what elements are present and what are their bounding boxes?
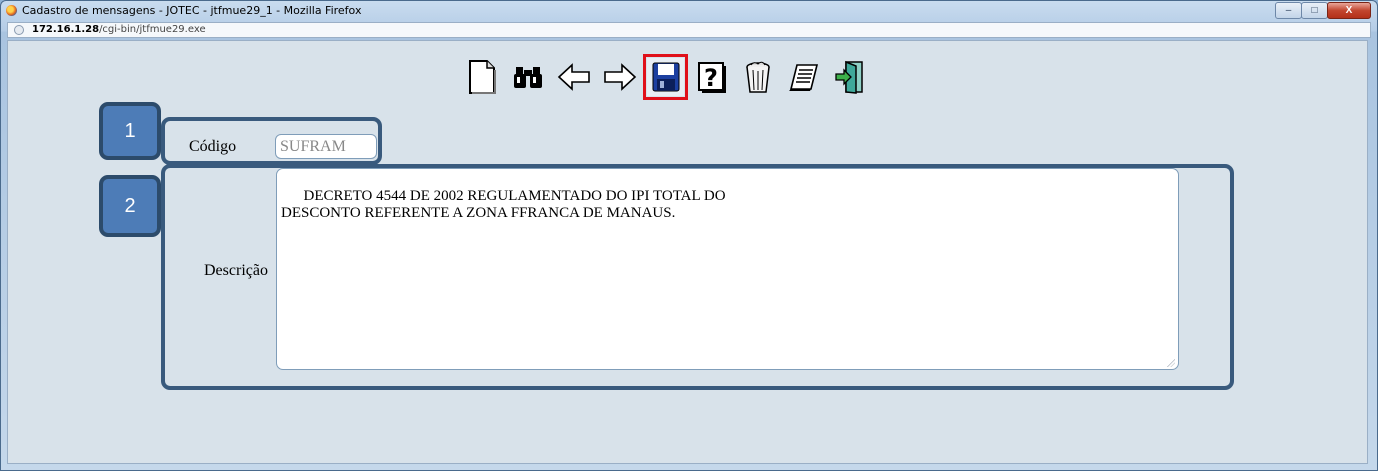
new-document-button[interactable] — [463, 58, 500, 96]
browser-window: Cadastro de mensagens - JOTEC - jtfmue29… — [0, 0, 1378, 471]
site-identity-icon[interactable] — [14, 25, 24, 35]
help-button[interactable]: ? — [693, 58, 730, 96]
url-text: 172.16.1.28/cgi-bin/jtfmue29.exe — [32, 24, 206, 35]
search-button[interactable] — [509, 58, 546, 96]
question-mark-icon: ? — [697, 62, 726, 93]
previous-button[interactable] — [555, 58, 592, 96]
minimize-button[interactable]: – — [1275, 2, 1302, 19]
notepad-icon — [788, 64, 818, 91]
resize-grip-icon[interactable] — [1167, 359, 1175, 367]
url-host: 172.16.1.28 — [32, 24, 100, 35]
window-title: Cadastro de mensagens - JOTEC - jtfmue29… — [22, 4, 362, 17]
window-controls: – □ X — [1275, 2, 1371, 19]
step-badge-2: 2 — [99, 175, 161, 237]
step-badge-1: 1 — [99, 102, 161, 160]
descricao-text: DECRETO 4544 DE 2002 REGULAMENTADO DO IP… — [281, 188, 726, 221]
binoculars-icon — [513, 67, 542, 88]
notes-button[interactable] — [785, 58, 822, 96]
page-content: ? 1 Código SUFRAM 2 Descrição DECRETO 45… — [7, 40, 1368, 464]
address-bar[interactable]: 172.16.1.28/cgi-bin/jtfmue29.exe — [7, 22, 1371, 38]
exit-button[interactable] — [831, 58, 868, 96]
descricao-label: Descrição — [204, 262, 268, 279]
blank-page-icon — [468, 60, 496, 94]
exit-door-icon — [834, 60, 863, 94]
floppy-disk-icon — [652, 62, 679, 92]
close-button[interactable]: X — [1327, 2, 1371, 19]
codigo-field[interactable] — [275, 134, 377, 159]
firefox-logo-icon — [6, 5, 17, 16]
title-bar: Cadastro de mensagens - JOTEC - jtfmue29… — [1, 1, 1377, 21]
trash-can-icon — [745, 61, 770, 93]
maximize-button[interactable]: □ — [1301, 2, 1328, 19]
codigo-label: Código — [189, 138, 237, 155]
delete-button[interactable] — [739, 58, 776, 96]
left-arrow-icon — [557, 63, 590, 91]
descricao-textarea[interactable]: DECRETO 4544 DE 2002 REGULAMENTADO DO IP… — [276, 168, 1179, 370]
url-path: /cgi-bin/jtfmue29.exe — [99, 24, 206, 35]
right-arrow-icon — [603, 63, 636, 91]
next-button[interactable] — [601, 58, 638, 96]
toolbar: ? — [463, 54, 877, 100]
save-button[interactable] — [643, 54, 688, 100]
svg-text:?: ? — [704, 64, 718, 92]
